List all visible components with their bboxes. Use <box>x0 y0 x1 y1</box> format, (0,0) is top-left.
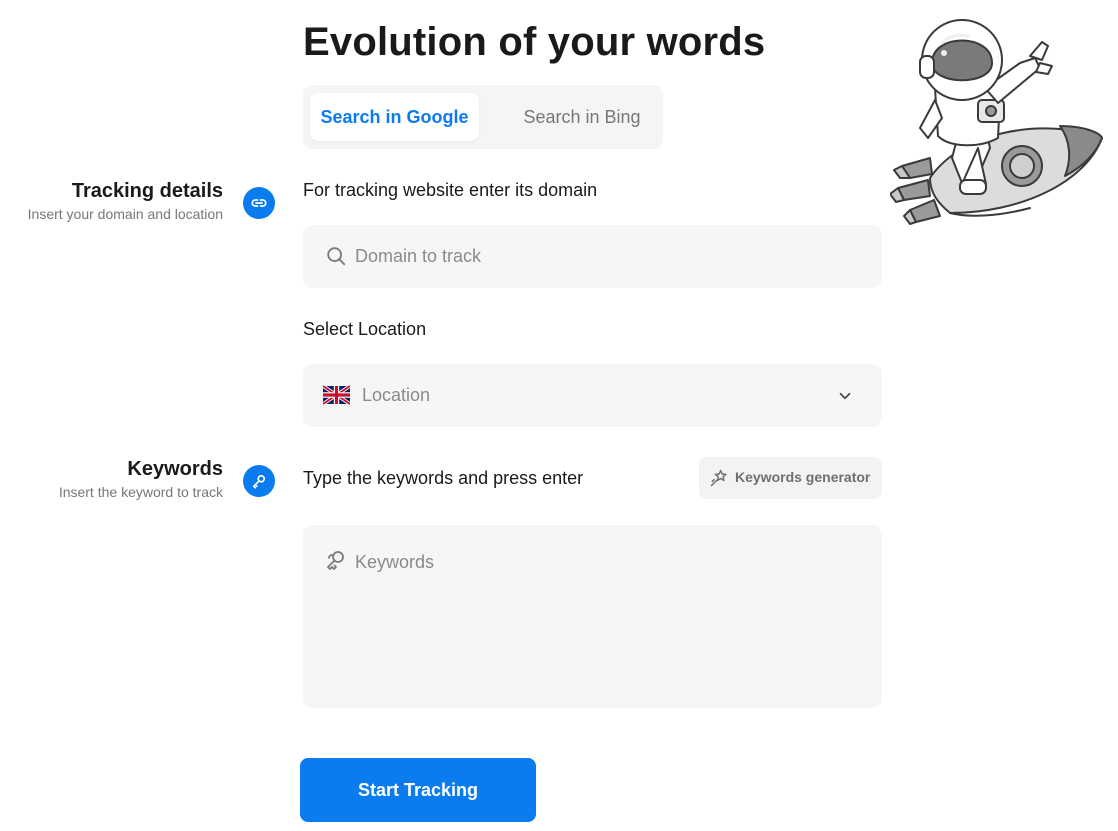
page-title: Evolution of your words <box>303 20 766 64</box>
keywords-generator-label: Keywords generator <box>735 469 871 485</box>
location-label: Select Location <box>303 319 427 339</box>
tab-search-in-bing[interactable]: Search in Bing <box>503 93 661 141</box>
tracking-details-header: Tracking details Insert your domain and … <box>28 178 223 222</box>
start-tracking-button[interactable]: Start Tracking <box>300 758 536 822</box>
tracking-details-title: Tracking details <box>71 180 223 202</box>
tab-search-in-google[interactable]: Search in Google <box>310 93 479 141</box>
keywords-title: Keywords <box>127 458 223 480</box>
keywords-header: Keywords Insert the keyword to track <box>59 456 223 500</box>
location-select[interactable]: Location <box>303 364 882 427</box>
chevron-down-icon <box>836 387 854 410</box>
keywords-textarea[interactable]: Keywords <box>303 525 882 708</box>
keywords-subtitle: Insert the keyword to track <box>58 484 223 500</box>
link-icon <box>243 187 275 219</box>
key-icon <box>243 465 275 497</box>
location-placeholder: Location <box>362 385 431 405</box>
keywords-placeholder: Keywords <box>355 552 435 572</box>
keywords-label: Type the keywords and press enter <box>303 468 584 488</box>
search-engine-tabs: Search in Google Search in Bing <box>303 85 663 149</box>
tracking-details-subtitle: Insert your domain and location <box>27 206 223 222</box>
search-icon <box>325 245 347 272</box>
domain-label: For tracking website enter its domain <box>303 180 598 200</box>
domain-input[interactable]: Domain to track <box>303 225 882 288</box>
sparkle-star-icon <box>709 468 729 493</box>
uk-flag-icon <box>322 384 351 410</box>
keywords-generator-button[interactable]: Keywords generator <box>699 457 882 499</box>
domain-placeholder: Domain to track <box>355 246 482 266</box>
keywords-icon <box>323 549 347 578</box>
astronaut-rocket-illustration <box>889 8 1110 238</box>
